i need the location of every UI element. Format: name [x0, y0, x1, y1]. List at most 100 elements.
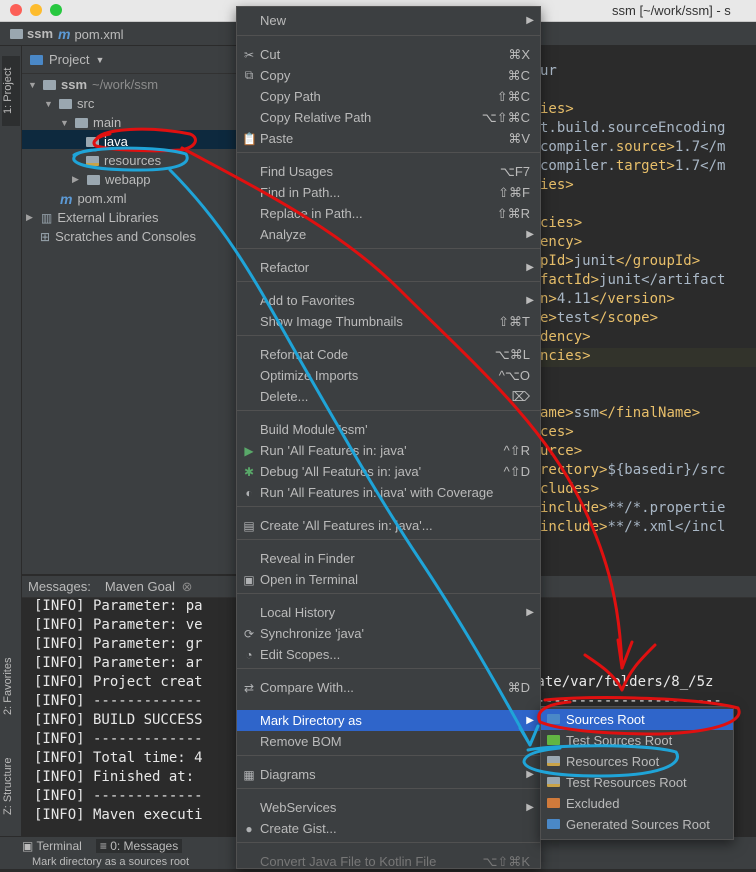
breadcrumb-file[interactable]: m pom.xml — [58, 26, 124, 42]
menu-item-synchronize-java[interactable]: ⟳ Synchronize 'java' — [237, 623, 540, 644]
menu-item-label: Create Gist... — [260, 821, 337, 836]
terminal-icon: ▣ — [22, 838, 34, 853]
expand-arrow-icon[interactable]: ▼ — [60, 118, 70, 128]
paste-icon: 📋 — [242, 131, 257, 146]
submenu-item-test-resources-root[interactable]: Test Resources Root — [541, 772, 733, 793]
tree-item-scratches[interactable]: ⊞ Scratches and Consoles — [40, 227, 196, 246]
code-line: n>4.11</version> — [540, 291, 675, 307]
folder-icon — [75, 117, 88, 128]
menu-item-remove-bom[interactable]: Remove BOM — [237, 731, 540, 752]
menu-item-webservices[interactable]: WebServices ▶ — [237, 797, 540, 818]
menu-item-copy[interactable]: ⧉ Copy ⌘C — [237, 65, 540, 86]
menu-item-refactor[interactable]: Refactor ▶ — [237, 257, 540, 278]
tree-item-external-libraries[interactable]: ▶ ▥ External Libraries — [26, 208, 159, 227]
menu-item-label: Diagrams — [260, 767, 316, 782]
tab-messages[interactable]: ≡ 0: Messages — [95, 838, 183, 853]
menu-item-optimize-imports[interactable]: Optimize Imports ^⌥O — [237, 365, 540, 386]
menu-item-find-in-path[interactable]: Find in Path... ⇧⌘F — [237, 182, 540, 203]
menu-item-find-usages[interactable]: Find Usages ⌥F7 — [237, 161, 540, 182]
expand-arrow-icon[interactable]: ▼ — [44, 99, 54, 109]
menu-item-edit-scopes[interactable]: ◔ Edit Scopes... — [237, 644, 540, 665]
tab-messages-label: 0: Messages — [110, 838, 179, 853]
console-text: [INFO] ------------- — [34, 693, 203, 709]
menu-item-local-history[interactable]: Local History ▶ — [237, 602, 540, 623]
menu-item-analyze[interactable]: Analyze ▶ — [237, 224, 540, 245]
menu-item-paste[interactable]: 📋 Paste ⌘V — [237, 128, 540, 149]
collapse-arrow-icon[interactable]: ▶ — [72, 174, 82, 185]
menu-item-mark-directory-as[interactable]: Mark Directory as ▶ — [237, 710, 540, 731]
expand-arrow-icon[interactable]: ▼ — [28, 80, 38, 90]
menu-item-label: Cut — [260, 47, 281, 62]
menu-item-diagrams[interactable]: ▦ Diagrams ▶ — [237, 764, 540, 785]
menu-item-reveal-in-finder[interactable]: Reveal in Finder — [237, 548, 540, 569]
root-folder-icon — [547, 819, 560, 829]
menu-item-shortcut: ⌥F7 — [499, 163, 530, 179]
menu-item-copy-relative-path[interactable]: Copy Relative Path ⌥⇧⌘C — [237, 107, 540, 128]
debug-icon: ✱ — [243, 464, 255, 479]
tree-item-webapp[interactable]: ▶ webapp — [72, 170, 151, 189]
close-tab-icon[interactable]: ⊗ — [182, 579, 193, 594]
menu-item-shortcut: ⌦ — [511, 388, 530, 404]
code-line: rectory>${basedir}/src — [540, 462, 726, 478]
code-line: t.build.sourceEncoding — [540, 120, 726, 136]
tree-path: ~/work/ssm — [92, 77, 159, 92]
submenu-item-generated-sources-root[interactable]: Generated Sources Root — [541, 814, 733, 835]
code-line: ies> — [540, 101, 574, 117]
menu-item-open-in-terminal[interactable]: ▣ Open in Terminal — [237, 569, 540, 590]
favorites-tool-tab[interactable]: 2: Favorites — [2, 646, 20, 726]
submenu-arrow-icon: ▶ — [526, 607, 534, 618]
tree-item-pom[interactable]: m pom.xml — [60, 189, 127, 208]
menu-item-delete[interactable]: Delete... ⌦ — [237, 386, 540, 407]
menu-item-cut[interactable]: ✂ Cut ⌘X — [237, 44, 540, 65]
console-text: [INFO] Parameter: pa — [34, 598, 203, 614]
tab-terminal[interactable]: ▣ Terminal — [22, 839, 82, 853]
zoom-window-button[interactable] — [50, 4, 62, 16]
menu-item-copy-path[interactable]: Copy Path ⇧⌘C — [237, 86, 540, 107]
submenu-item-sources-root[interactable]: Sources Root — [541, 709, 733, 730]
menu-separator — [237, 152, 540, 153]
menu-item-debug-all-features-in-java[interactable]: ✱ Debug 'All Features in: java' ^⇧D — [237, 461, 540, 482]
bottom-tool-tabs: ▣ Terminal ≡ 0: Messages — [22, 837, 183, 854]
menu-item-run-all-features-in-java-with-coverage[interactable]: ◐ Run 'All Features in: java' with Covera… — [237, 482, 540, 503]
code-line: factId>junit</artifact — [540, 272, 726, 288]
submenu-item-excluded[interactable]: Excluded — [541, 793, 733, 814]
project-panel-header[interactable]: Project ▼ — [22, 46, 236, 74]
tree-item-main[interactable]: ▼ main — [60, 113, 121, 132]
code-editor[interactable]: ur ies> t.build.sourceEncoding compiler.sou… — [540, 46, 756, 574]
menu-separator — [237, 539, 540, 540]
chevron-down-icon[interactable]: ▼ — [95, 55, 104, 65]
compare-icon: ⇄ — [243, 680, 255, 695]
tree-item-java[interactable]: java — [86, 132, 128, 151]
collapse-arrow-icon[interactable]: ▶ — [26, 212, 36, 223]
submenu-item-test-sources-root[interactable]: Test Sources Root — [541, 730, 733, 751]
tree-item-resources[interactable]: resources — [86, 151, 161, 170]
code-line: compiler.target>1.7</m — [540, 158, 726, 174]
menu-item-create-all-features-in-java[interactable]: ▤ Create 'All Features in: java'... — [237, 515, 540, 536]
close-window-button[interactable] — [10, 4, 22, 16]
submenu-arrow-icon: ▶ — [526, 715, 534, 726]
minimize-window-button[interactable] — [30, 4, 42, 16]
structure-tool-tab[interactable]: Z: Structure — [2, 746, 20, 826]
code-line: ur — [540, 63, 557, 79]
submenu-item-resources-root[interactable]: Resources Root — [541, 751, 733, 772]
menu-item-add-to-favorites[interactable]: Add to Favorites ▶ — [237, 290, 540, 311]
tab-maven-goal[interactable]: Maven Goal ⊗ — [105, 579, 193, 595]
tree-item-src[interactable]: ▼ src — [44, 94, 94, 113]
menu-item-compare-with[interactable]: ⇄ Compare With... ⌘D — [237, 677, 540, 698]
menu-item-show-image-thumbnails[interactable]: Show Image Thumbnails ⇧⌘T — [237, 311, 540, 332]
menu-item-create-gist[interactable]: ● Create Gist... — [237, 818, 540, 839]
menu-item-reformat-code[interactable]: Reformat Code ⌥⌘L — [237, 344, 540, 365]
menu-item-shortcut: ⇧⌘T — [498, 313, 530, 329]
menu-item-label: Run 'All Features in: java' — [260, 443, 407, 458]
tree-item-ssm[interactable]: ▼ ssm ~/work/ssm — [28, 75, 158, 94]
menu-item-replace-in-path[interactable]: Replace in Path... ⇧⌘R — [237, 203, 540, 224]
menu-item-shortcut: ⌥⇧⌘C — [481, 109, 530, 125]
menu-item-label: Copy Relative Path — [260, 110, 372, 125]
menu-separator — [237, 788, 540, 789]
menu-item-new[interactable]: New ▶ — [237, 10, 540, 31]
menu-item-shortcut: ⌘D — [507, 679, 530, 695]
project-tool-tab[interactable]: 1: Project — [2, 56, 20, 126]
menu-item-build-module-ssm[interactable]: Build Module 'ssm' — [237, 419, 540, 440]
breadcrumb-project[interactable]: ssm — [10, 26, 53, 41]
menu-item-run-all-features-in-java[interactable]: ▶ Run 'All Features in: java' ^⇧R — [237, 440, 540, 461]
